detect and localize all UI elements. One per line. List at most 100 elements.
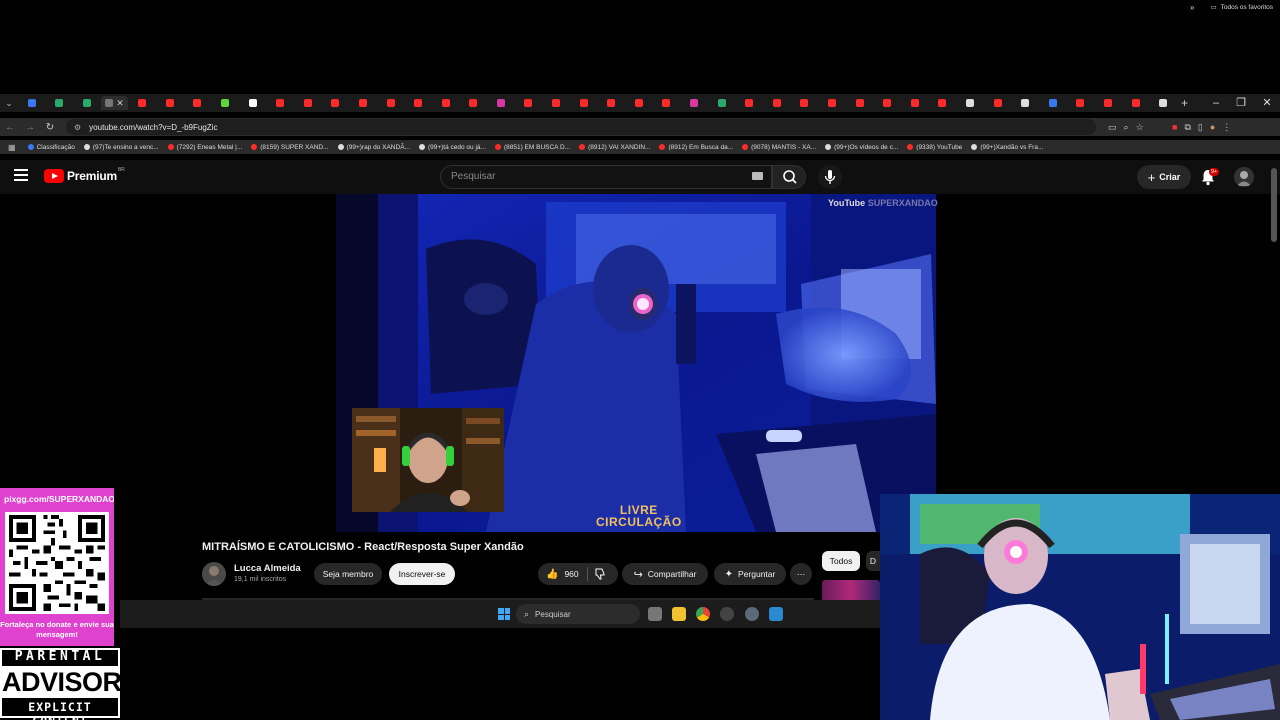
bookmark-item[interactable]: (9338) YouTube [907,144,962,151]
chip-all[interactable]: Todos [822,551,860,571]
bookmark-item[interactable]: (8159) SUPER XAND... [251,144,329,151]
url-field[interactable]: ⚙ youtube.com/watch?v=D_-b9FugZic [66,119,1096,135]
browser-tab[interactable] [625,96,653,110]
recommended-thumbnail[interactable] [822,580,880,602]
browser-tab[interactable] [266,96,294,110]
extensions-puzzle-icon[interactable]: ⧉ [1184,122,1190,133]
browser-tab[interactable] [846,96,874,110]
all-bookmarks[interactable]: » ▭ Todos os favoritos [1190,0,1273,14]
bookmark-item[interactable]: (99+)Xandão vs Fra... [971,144,1043,151]
browser-tab[interactable] [184,96,212,110]
browser-tab[interactable] [1094,96,1122,110]
browser-menu-icon[interactable]: ⋮ [1222,122,1231,133]
menu-icon[interactable] [14,169,28,181]
browser-tab[interactable] [1122,96,1150,110]
close-window-button[interactable]: ✕ [1254,94,1280,112]
apps-grid-icon[interactable]: ▦ [8,143,16,152]
new-tab-button[interactable]: + [1181,96,1188,110]
chip-next[interactable]: D [866,551,880,571]
browser-tab[interactable] [735,96,763,110]
sidebar-icon[interactable]: ▯ [1198,122,1203,133]
back-icon[interactable]: ← [0,122,20,133]
zoom-icon[interactable]: ⌕ [1124,122,1129,133]
browser-tab[interactable] [570,96,598,110]
create-button[interactable]: + Criar [1137,165,1191,189]
browser-tab[interactable] [653,96,681,110]
browser-tab[interactable] [791,96,819,110]
like-icon[interactable]: 👍 [546,569,558,580]
bookmarks-overflow-icon[interactable]: » [1190,3,1194,12]
browser-tab[interactable] [322,96,350,110]
browser-tab[interactable] [294,96,322,110]
browser-tab[interactable] [377,96,405,110]
browser-tab[interactable]: ✕ [100,96,129,110]
install-app-icon[interactable]: ▭ [1108,122,1117,133]
more-actions-icon[interactable]: ⋯ [790,563,812,585]
keyboard-icon[interactable] [752,172,763,180]
ask-button[interactable]: ✦ Perguntar [714,563,786,585]
bookmark-item[interactable]: (8912) Em Busca da... [659,144,733,151]
task-view-icon[interactable] [648,607,662,621]
browser-tab[interactable] [901,96,929,110]
join-button[interactable]: Seja membro [314,563,382,585]
bookmark-item[interactable]: (99+)tá cedo ou já... [418,144,486,151]
bookmark-star-icon[interactable]: ☆ [1136,122,1144,133]
bookmark-item[interactable]: (99+)Os vídeos de c... [825,144,898,151]
settings-icon[interactable] [745,607,759,621]
account-avatar[interactable] [1234,167,1254,187]
bookmark-item[interactable]: (7292) Eneas Metal |... [167,144,242,151]
app-icon[interactable] [720,607,734,621]
dislike-icon[interactable] [594,568,606,580]
browser-tab[interactable] [239,96,267,110]
browser-tab[interactable] [515,96,543,110]
tab-search-icon[interactable]: ⌄ [0,98,18,109]
browser-tab[interactable] [18,96,46,110]
browser-tab[interactable] [460,96,488,110]
browser-tab[interactable] [1039,96,1067,110]
browser-tab[interactable] [404,96,432,110]
search-input[interactable]: Pesquisar [440,165,772,189]
file-explorer-icon[interactable] [672,607,686,621]
telegram-icon[interactable] [769,607,783,621]
browser-tab[interactable] [211,96,239,110]
bookmark-item[interactable]: (97)Te ensino a venc... [83,144,159,151]
maximize-button[interactable]: ❐ [1228,94,1254,112]
bookmark-item[interactable]: (8851) EM BUSCA D... [494,144,570,151]
browser-tab[interactable] [680,96,708,110]
browser-tab[interactable] [487,96,515,110]
share-button[interactable]: ↪ Compartilhar [622,563,708,585]
youtube-premium-logo[interactable]: Premium BR [44,167,125,183]
reload-icon[interactable]: ↻ [40,122,60,133]
chrome-icon[interactable] [696,607,710,621]
channel-name[interactable]: Lucca Almeida [234,563,301,574]
browser-tab[interactable] [929,96,957,110]
taskbar-search[interactable]: ⌕ Pesquisar [516,604,640,624]
browser-tab[interactable] [1011,96,1039,110]
minimize-button[interactable]: – [1203,94,1229,112]
browser-tab[interactable] [46,96,74,110]
bookmark-item[interactable]: Classificação [27,144,75,151]
page-scrollbar[interactable] [1271,168,1277,242]
browser-tab[interactable] [73,96,101,110]
voice-search-button[interactable] [818,165,842,189]
browser-tab[interactable] [432,96,460,110]
browser-tab[interactable] [818,96,846,110]
browser-tab[interactable] [984,96,1012,110]
browser-tab[interactable] [156,96,184,110]
browser-tab[interactable] [542,96,570,110]
browser-tab[interactable] [1067,96,1095,110]
channel-avatar[interactable] [202,562,226,586]
bookmark-item[interactable]: (9078) MANTIS - XA... [742,144,816,151]
like-count[interactable]: 960 [564,569,578,579]
profile-icon[interactable]: ● [1210,122,1215,132]
windows-start-icon[interactable] [498,608,510,620]
browser-tab[interactable] [956,96,984,110]
browser-tab[interactable] [708,96,736,110]
extension-icon[interactable]: ■ [1172,122,1177,132]
browser-tab[interactable] [1149,96,1177,110]
forward-icon[interactable]: → [20,122,40,133]
close-tab-icon[interactable]: ✕ [116,98,124,109]
browser-tab[interactable] [873,96,901,110]
bookmark-item[interactable]: (99+)rap do XANDÃ... [337,144,410,151]
subscribe-button[interactable]: Inscrever-se [389,563,455,585]
